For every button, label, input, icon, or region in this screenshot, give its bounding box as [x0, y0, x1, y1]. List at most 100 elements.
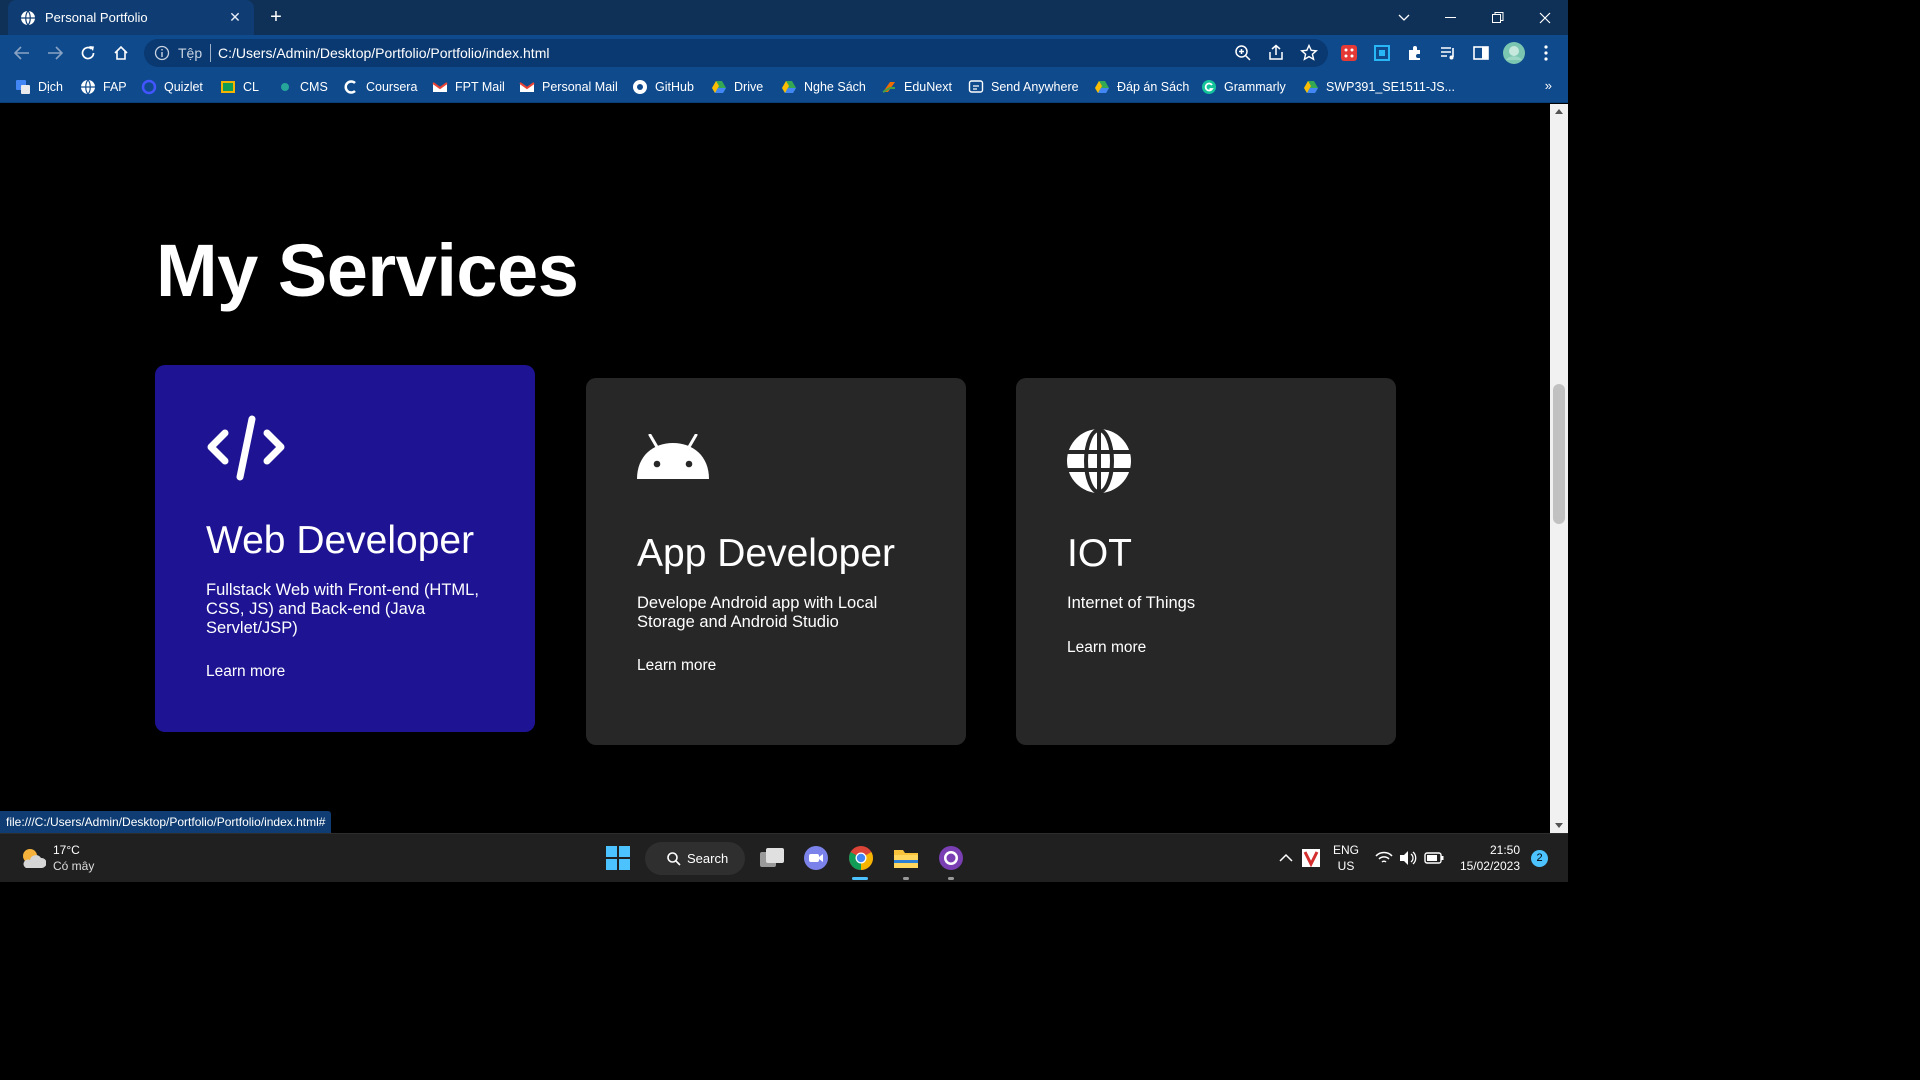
- bookmark-item[interactable]: GitHub: [632, 78, 694, 96]
- battery-icon[interactable]: [1424, 851, 1444, 864]
- browser-toolbar: Tệp C:/Users/Admin/Desktop/Portfolio/Por…: [0, 35, 1568, 71]
- bookmark-item[interactable]: FAP: [80, 78, 127, 96]
- github-desktop-button[interactable]: [936, 843, 966, 873]
- weather-temperature[interactable]: 17°C: [53, 843, 80, 857]
- bookmark-label: Grammarly: [1224, 80, 1286, 94]
- bookmark-item[interactable]: Đáp án Sách: [1094, 78, 1189, 96]
- bookmark-item[interactable]: Quizlet: [141, 78, 203, 96]
- quizlet-icon: [141, 79, 157, 95]
- info-icon[interactable]: [154, 45, 170, 61]
- bookmark-item[interactable]: CL: [220, 78, 259, 96]
- learn-more-link[interactable]: Learn more: [1067, 639, 1146, 657]
- extensions-puzzle-icon[interactable]: [1406, 44, 1424, 62]
- clock-time[interactable]: 21:50: [1456, 843, 1520, 857]
- home-button[interactable]: [109, 41, 133, 65]
- star-icon[interactable]: [1300, 44, 1318, 62]
- bookmark-label: CMS: [300, 80, 328, 94]
- vietkey-icon[interactable]: [1302, 849, 1320, 867]
- extension-red-icon[interactable]: [1340, 44, 1358, 62]
- gmail-icon: [432, 82, 448, 92]
- arrow-right-icon: [48, 46, 63, 60]
- back-button[interactable]: [10, 41, 34, 65]
- teams-chat-button[interactable]: [801, 843, 831, 873]
- code-icon: [207, 415, 285, 481]
- bookmark-item[interactable]: EduNext: [881, 78, 952, 96]
- service-card-iot[interactable]: IOT Internet of Things Learn more: [1016, 378, 1396, 745]
- translate-icon: [16, 80, 30, 94]
- reload-button[interactable]: [76, 41, 100, 65]
- bookmark-label: Nghe Sách: [804, 80, 866, 94]
- globe-icon: [81, 79, 95, 95]
- chrome-active-indicator: [852, 877, 868, 880]
- learn-more-link[interactable]: Learn more: [637, 657, 716, 675]
- page-title: My Services: [156, 229, 579, 312]
- github-running-indicator: [948, 877, 954, 880]
- bookmark-item[interactable]: Personal Mail: [519, 78, 618, 96]
- weather-cloudy-icon[interactable]: [20, 846, 46, 870]
- bookmark-label: CL: [243, 80, 259, 94]
- bookmark-item[interactable]: FPT Mail: [432, 78, 505, 96]
- weather-description[interactable]: Có mây: [53, 859, 94, 873]
- start-button[interactable]: [603, 843, 633, 873]
- bookmark-label: GitHub: [655, 80, 694, 94]
- new-tab-button[interactable]: +: [264, 6, 288, 30]
- bookmark-item[interactable]: CMS: [277, 78, 328, 96]
- language-indicator-top[interactable]: ENG: [1330, 843, 1362, 857]
- url-separator: [210, 44, 211, 62]
- file-explorer-button[interactable]: [891, 843, 921, 873]
- tab-personal-portfolio[interactable]: Personal Portfolio ✕: [8, 0, 254, 35]
- more-menu-icon[interactable]: [1537, 44, 1555, 62]
- language-indicator-bottom[interactable]: US: [1330, 859, 1362, 873]
- drive-icon: [1304, 81, 1318, 93]
- media-control-icon[interactable]: [1439, 44, 1457, 62]
- service-title: IOT: [1067, 532, 1132, 575]
- grammarly-icon: [1202, 80, 1216, 94]
- task-view-button[interactable]: [757, 843, 787, 873]
- bookmark-label: Coursera: [366, 80, 418, 94]
- close-icon: [1539, 12, 1550, 23]
- close-window-button[interactable]: [1521, 0, 1568, 35]
- bookmarks-overflow-button[interactable]: »: [1545, 78, 1552, 93]
- search-icon: [667, 851, 681, 866]
- scroll-down-arrow-icon[interactable]: [1555, 823, 1563, 828]
- share-icon[interactable]: [1267, 44, 1285, 62]
- page-scrollbar[interactable]: [1550, 104, 1568, 833]
- chevron-up-icon[interactable]: [1279, 853, 1293, 862]
- bookmark-item[interactable]: Drive: [711, 78, 763, 96]
- notification-badge[interactable]: 2: [1531, 850, 1548, 867]
- bookmark-item[interactable]: Nghe Sách: [781, 78, 866, 96]
- bookmark-item[interactable]: Grammarly: [1201, 78, 1286, 96]
- scroll-up-arrow-icon[interactable]: [1555, 109, 1563, 114]
- forward-button[interactable]: [43, 41, 67, 65]
- service-card-app-developer[interactable]: App Developer Develope Android app with …: [586, 378, 966, 745]
- restore-button[interactable]: [1474, 0, 1521, 35]
- profile-avatar[interactable]: [1502, 41, 1526, 65]
- tab-search-button[interactable]: [1380, 0, 1427, 35]
- classroom-icon: [221, 81, 235, 93]
- bookmark-label: Dịch: [38, 80, 64, 94]
- bookmark-item[interactable]: Send Anywhere: [968, 78, 1079, 96]
- minimize-button[interactable]: [1427, 0, 1474, 35]
- url-text[interactable]: C:/Users/Admin/Desktop/Portfolio/Portfol…: [218, 45, 549, 61]
- learn-more-link[interactable]: Learn more: [206, 663, 285, 681]
- close-tab-icon[interactable]: ✕: [226, 8, 244, 26]
- side-panel-icon[interactable]: [1472, 44, 1490, 62]
- bookmark-item[interactable]: Coursera: [343, 78, 417, 96]
- bookmark-label: EduNext: [904, 80, 952, 94]
- screenshot-extension-icon[interactable]: [1373, 44, 1391, 62]
- wifi-icon[interactable]: [1375, 851, 1393, 865]
- clock-date[interactable]: 15/02/2023: [1448, 859, 1520, 873]
- volume-icon[interactable]: [1399, 850, 1417, 866]
- folder-icon: [894, 850, 918, 868]
- bookmark-label: SWP391_SE1511-JS...: [1326, 80, 1456, 94]
- zoom-icon[interactable]: [1234, 44, 1252, 62]
- taskbar-search[interactable]: Search: [645, 842, 745, 875]
- address-bar[interactable]: Tệp C:/Users/Admin/Desktop/Portfolio/Por…: [144, 39, 1328, 67]
- service-card-web-developer[interactable]: Web Developer Fullstack Web with Front-e…: [155, 365, 535, 732]
- scroll-thumb[interactable]: [1553, 384, 1565, 524]
- bookmark-item[interactable]: Dịch: [15, 78, 63, 96]
- chrome-taskbar-button[interactable]: [846, 843, 876, 873]
- windows-taskbar: 17°C Có mây Search ENG US 21:50 15/02/20…: [0, 833, 1568, 882]
- bookmark-item[interactable]: SWP391_SE1511-JS...: [1303, 78, 1455, 96]
- task-view-icon: [760, 848, 784, 867]
